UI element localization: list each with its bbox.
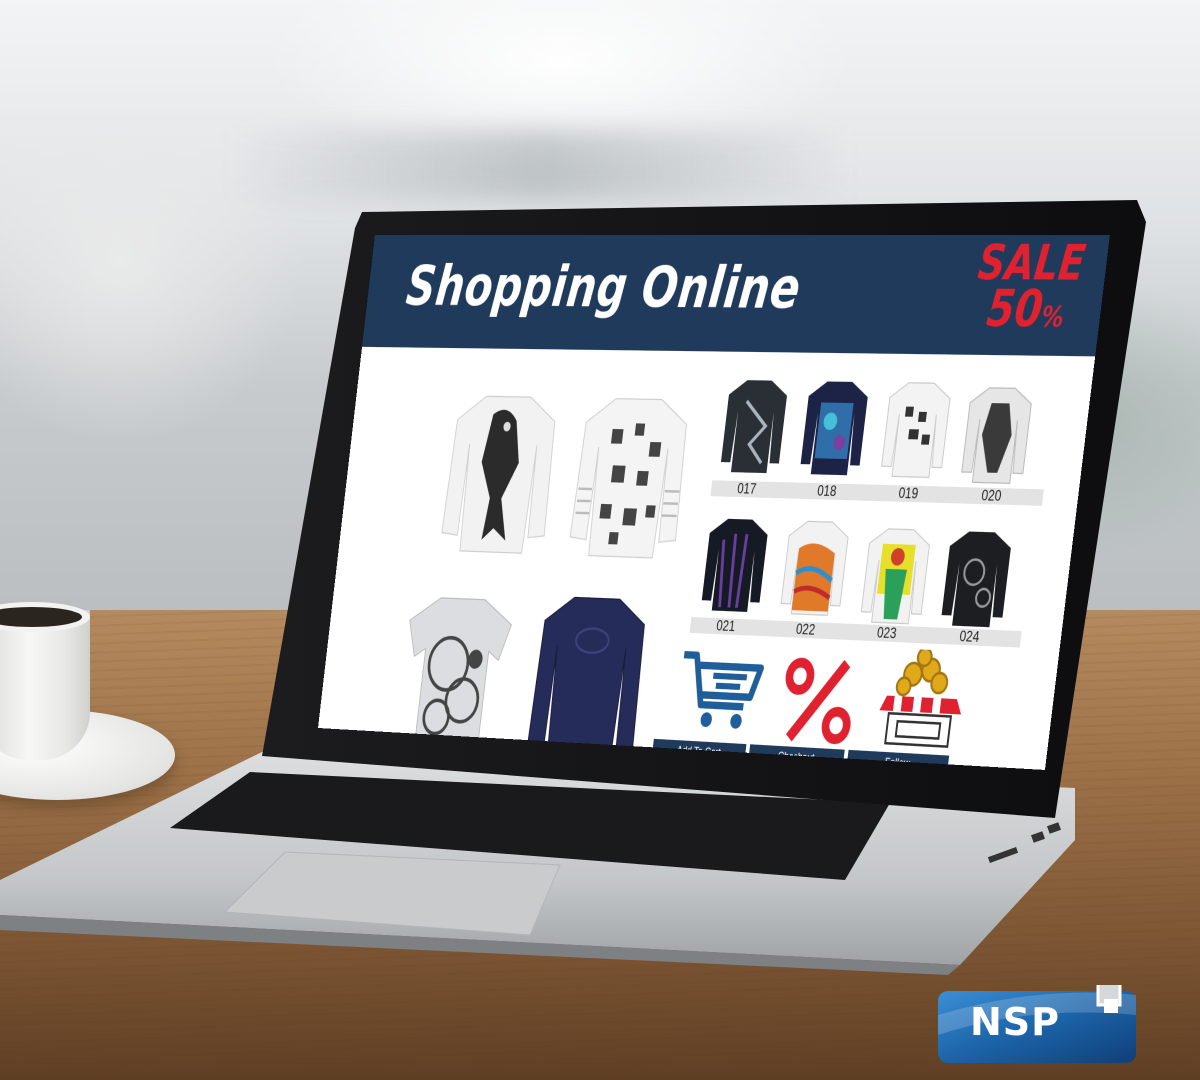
product-code[interactable]: 023 <box>854 624 920 643</box>
nsp-logo-text: NSP <box>970 1000 1060 1044</box>
product-code[interactable]: 022 <box>773 621 837 640</box>
sale-label: SALE <box>965 240 1100 286</box>
product-code[interactable]: 017 <box>715 480 779 498</box>
white-raven-longsleeve-shirt-icon[interactable] <box>437 390 563 560</box>
white-pattern-longsleeve-shirt-icon[interactable] <box>565 392 694 565</box>
dark-abstract-shirt-icon[interactable] <box>718 376 791 476</box>
sale-badge: SALE 50% <box>959 240 1099 335</box>
product-code[interactable]: 020 <box>958 487 1025 505</box>
sale-percent: 50% <box>959 285 1094 334</box>
photo-scene: Shopping Online SALE 50% 017 018 019 020… <box>0 0 1200 1080</box>
product-code[interactable]: 018 <box>795 483 860 501</box>
white-print-shirt-icon[interactable] <box>878 379 954 481</box>
yellow-print-shirt-icon[interactable] <box>858 525 934 627</box>
percent-icon[interactable] <box>775 656 861 747</box>
shopping-cart-icon[interactable] <box>673 645 767 735</box>
black-print-shirt-icon[interactable] <box>938 527 1015 630</box>
product-code[interactable]: 021 <box>694 617 757 636</box>
navy-longsleeve-shirt-icon[interactable] <box>524 590 652 764</box>
blue-pattern-shirt-icon[interactable] <box>797 377 872 478</box>
product-code[interactable]: 019 <box>876 485 942 503</box>
laptop-screen: Shopping Online SALE 50% 017 018 019 020… <box>318 235 1110 770</box>
black-striped-shirt-icon[interactable] <box>698 515 771 615</box>
colorful-print-shirt-icon[interactable] <box>778 517 852 618</box>
site-title: Shopping Online <box>403 254 804 322</box>
white-grey-print-shirt-icon[interactable] <box>958 384 1035 486</box>
product-code[interactable]: 024 <box>936 628 1003 647</box>
storefront-coins-icon <box>875 648 970 752</box>
site-header: Shopping Online SALE 50% <box>362 235 1110 356</box>
